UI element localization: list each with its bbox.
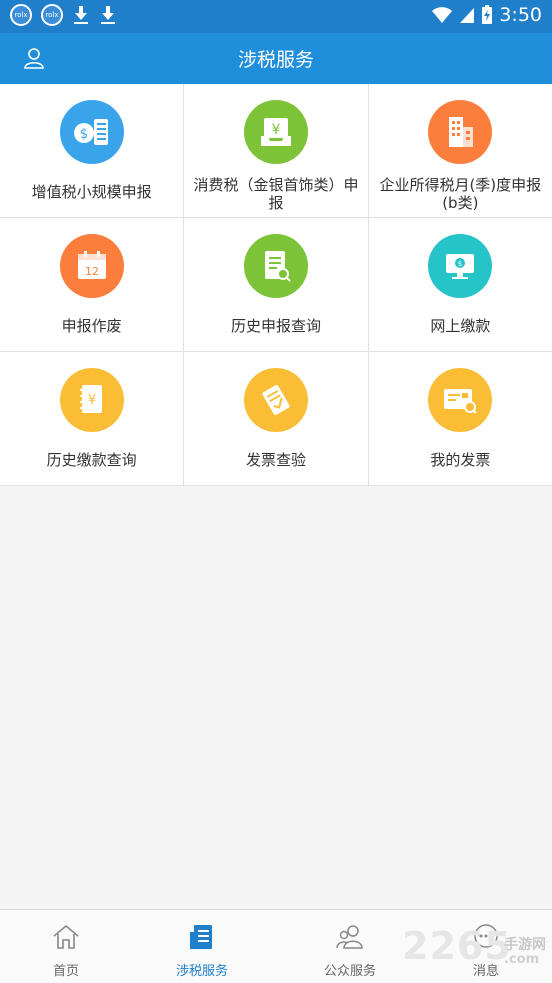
yen-box-icon: ¥ [243,100,308,164]
watermark-number: 2265 [402,924,512,968]
tab-label: 涉税服务 [175,964,228,979]
status-bar: rolx rolx 3:50 [0,0,552,33]
watermark-text: 手游网 [504,937,546,953]
building-icon [428,100,493,164]
service-label: 消费税（金银首饰类）申报 [193,176,359,212]
service-online-payment[interactable]: $ 网上缴款 [369,218,552,351]
service-label: 企业所得税月(季)度申报(b类) [379,176,542,212]
yen-notebook-icon: ¥ [59,368,124,432]
coin-stack-icon: $ [59,100,124,164]
svg-text:$: $ [458,260,462,268]
tab-home[interactable]: 首页 [0,910,132,983]
service-grid: $ 增值税小规模申报 ¥ 消费税（金银首饰类）申报 企业所得税月(季)度申报(b… [0,84,552,486]
service-label: 历史申报查询 [230,317,321,335]
download-icon [72,4,90,26]
signal-icon [460,8,475,23]
svg-text:12: 12 [85,265,99,278]
watermark: 2265 手游网 .com [400,922,552,978]
document-list-icon [190,925,212,949]
tab-label: 首页 [52,964,79,979]
service-label: 网上缴款 [430,317,491,335]
calendar-icon: 12 [59,234,124,298]
app-notification-icon: rolx [10,4,32,26]
download-icon [99,4,117,26]
watermark-domain: .com [504,952,540,967]
service-label: 申报作废 [61,317,122,335]
service-vat-small-scale[interactable]: $ 增值税小规模申报 [0,84,185,217]
service-history-declaration-query[interactable]: 历史申报查询 [184,218,369,351]
system-status: 3:50 [431,4,542,26]
app-bar: 涉税服务 [0,33,552,84]
service-invoice-verification[interactable]: 发票查验 [184,352,369,485]
ticket-check-icon [243,368,308,432]
battery-charging-icon [482,5,493,24]
service-label: 我的发票 [430,451,491,469]
svg-text:¥: ¥ [88,393,96,408]
document-search-icon [243,234,308,298]
service-label: 发票查验 [245,451,306,469]
users-icon [336,925,363,949]
service-label: 增值税小规模申报 [31,183,152,201]
service-consumption-tax-jewelry[interactable]: ¥ 消费税（金银首饰类）申报 [184,84,369,217]
clock: 3:50 [499,4,542,26]
tab-tax-services[interactable]: 涉税服务 [136,910,268,983]
service-void-declaration[interactable]: 12 申报作废 [0,218,185,351]
page-title: 涉税服务 [237,49,314,71]
notification-icons: rolx rolx [10,4,117,26]
wifi-icon [432,7,453,23]
tab-label: 公众服务 [323,964,376,979]
invoice-card-icon [428,368,493,432]
monitor-yen-icon: $ [428,234,493,298]
svg-text:¥: ¥ [272,122,281,138]
tab-public-services[interactable]: 公众服务 [284,910,416,983]
svg-text:$: $ [80,127,88,142]
service-label: 历史缴款查询 [46,451,137,469]
service-my-invoices[interactable]: 我的发票 [369,352,552,485]
home-icon [53,924,79,949]
service-history-payment-query[interactable]: ¥ 历史缴款查询 [0,352,185,485]
app-notification-icon: rolx [41,4,63,26]
service-corporate-income-tax[interactable]: 企业所得税月(季)度申报(b类) [369,84,552,217]
